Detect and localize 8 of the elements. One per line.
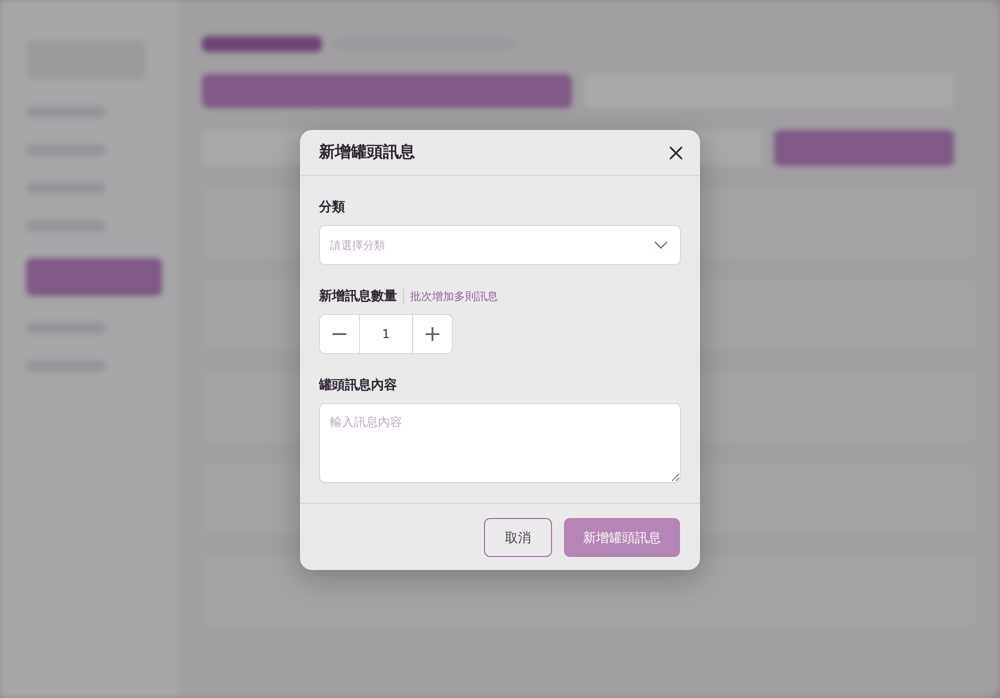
field-label: 新增訊息數量 bbox=[319, 288, 397, 305]
dialog-title: 新增罐頭訊息 bbox=[319, 142, 415, 163]
chevron-down-icon bbox=[654, 241, 668, 249]
field-label: 分類 bbox=[319, 199, 346, 216]
cancel-button[interactable]: 取消 bbox=[484, 518, 552, 557]
field-label: 罐頭訊息內容 bbox=[319, 376, 398, 394]
field-hint: 批次增加多則訊息 bbox=[403, 288, 498, 304]
content-field[interactable]: 輸入訊息內容 bbox=[319, 403, 681, 483]
